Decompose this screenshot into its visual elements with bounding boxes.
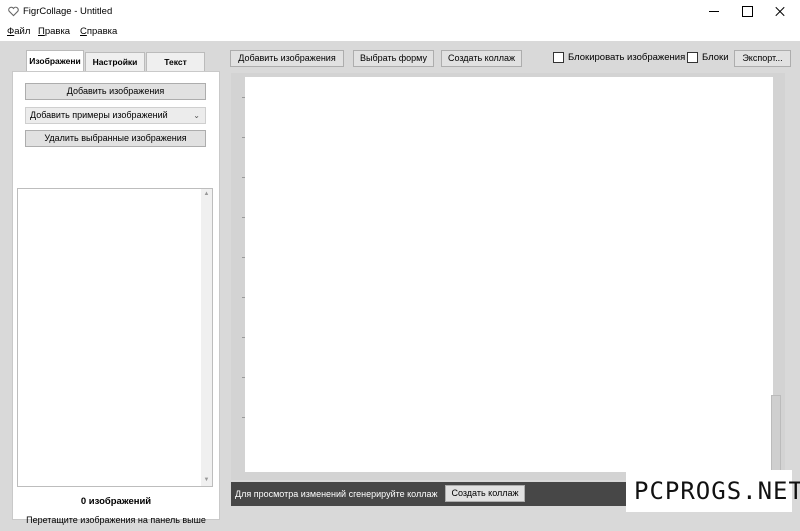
toolbar-add-images-button[interactable]: Добавить изображения — [230, 50, 344, 67]
add-images-button[interactable]: Добавить изображения — [25, 83, 206, 100]
watermark: PCPROGS.NET — [626, 470, 800, 512]
ruler-tick — [242, 297, 245, 298]
export-button[interactable]: Экспорт... — [734, 50, 791, 67]
ruler-tick — [242, 97, 245, 98]
tab-text[interactable]: Текст — [146, 52, 205, 73]
tab-settings[interactable]: Настройки — [85, 52, 145, 73]
scroll-down-icon[interactable]: ▼ — [201, 475, 212, 486]
menu-edit[interactable]: Правка — [38, 26, 70, 37]
ruler-tick — [242, 417, 245, 418]
ruler-tick — [242, 137, 245, 138]
main-area: Изображени Настройки Текст Добавить изоб… — [0, 41, 800, 531]
images-panel: Добавить изображения Добавить примеры из… — [12, 71, 220, 525]
menu-help[interactable]: Справка — [80, 26, 117, 37]
lock-images-checkbox[interactable] — [553, 52, 564, 63]
images-list[interactable]: ▲ ▼ — [17, 188, 213, 487]
scroll-up-icon[interactable]: ▲ — [201, 189, 212, 200]
toolbar-create-collage-button[interactable]: Создать коллаж — [441, 50, 522, 67]
menu-bar: Файл Правка Справка — [0, 24, 800, 41]
window-title: FigrCollage - Untitled — [23, 6, 113, 17]
sample-images-combo[interactable]: Добавить примеры изображений ⌄ — [25, 107, 206, 124]
sample-images-combo-label: Добавить примеры изображений — [30, 110, 168, 120]
status-hint: Для просмотра изменений сгенерируйте кол… — [235, 489, 438, 499]
menu-file[interactable]: Файл — [7, 26, 30, 37]
ruler-tick — [242, 177, 245, 178]
chevron-down-icon: ⌄ — [193, 111, 200, 120]
choose-shape-button[interactable]: Выбрать форму — [353, 50, 434, 67]
maximize-button[interactable] — [730, 0, 764, 24]
lock-images-label: Блокировать изображения — [568, 52, 686, 63]
heart-icon — [8, 6, 19, 17]
status-create-collage-button[interactable]: Создать коллаж — [445, 485, 525, 502]
minimize-button[interactable] — [697, 0, 731, 24]
drag-hint: Перетащите изображения на панель выше — [26, 515, 206, 525]
ruler-tick — [242, 337, 245, 338]
list-scrollbar[interactable]: ▲ ▼ — [201, 189, 212, 486]
ruler-tick — [242, 257, 245, 258]
title-bar: FigrCollage - Untitled — [0, 0, 800, 24]
tab-images[interactable]: Изображени — [26, 50, 84, 73]
ruler-tick — [242, 217, 245, 218]
remove-selected-button[interactable]: Удалить выбранные изображения — [25, 130, 206, 147]
close-button[interactable] — [763, 0, 797, 24]
image-count: 0 изображений — [80, 496, 152, 507]
lock2-label: Блоки — [702, 52, 729, 63]
collage-area — [231, 73, 785, 480]
ruler-tick — [242, 377, 245, 378]
lock2-checkbox[interactable] — [687, 52, 698, 63]
collage-canvas[interactable] — [242, 77, 773, 472]
